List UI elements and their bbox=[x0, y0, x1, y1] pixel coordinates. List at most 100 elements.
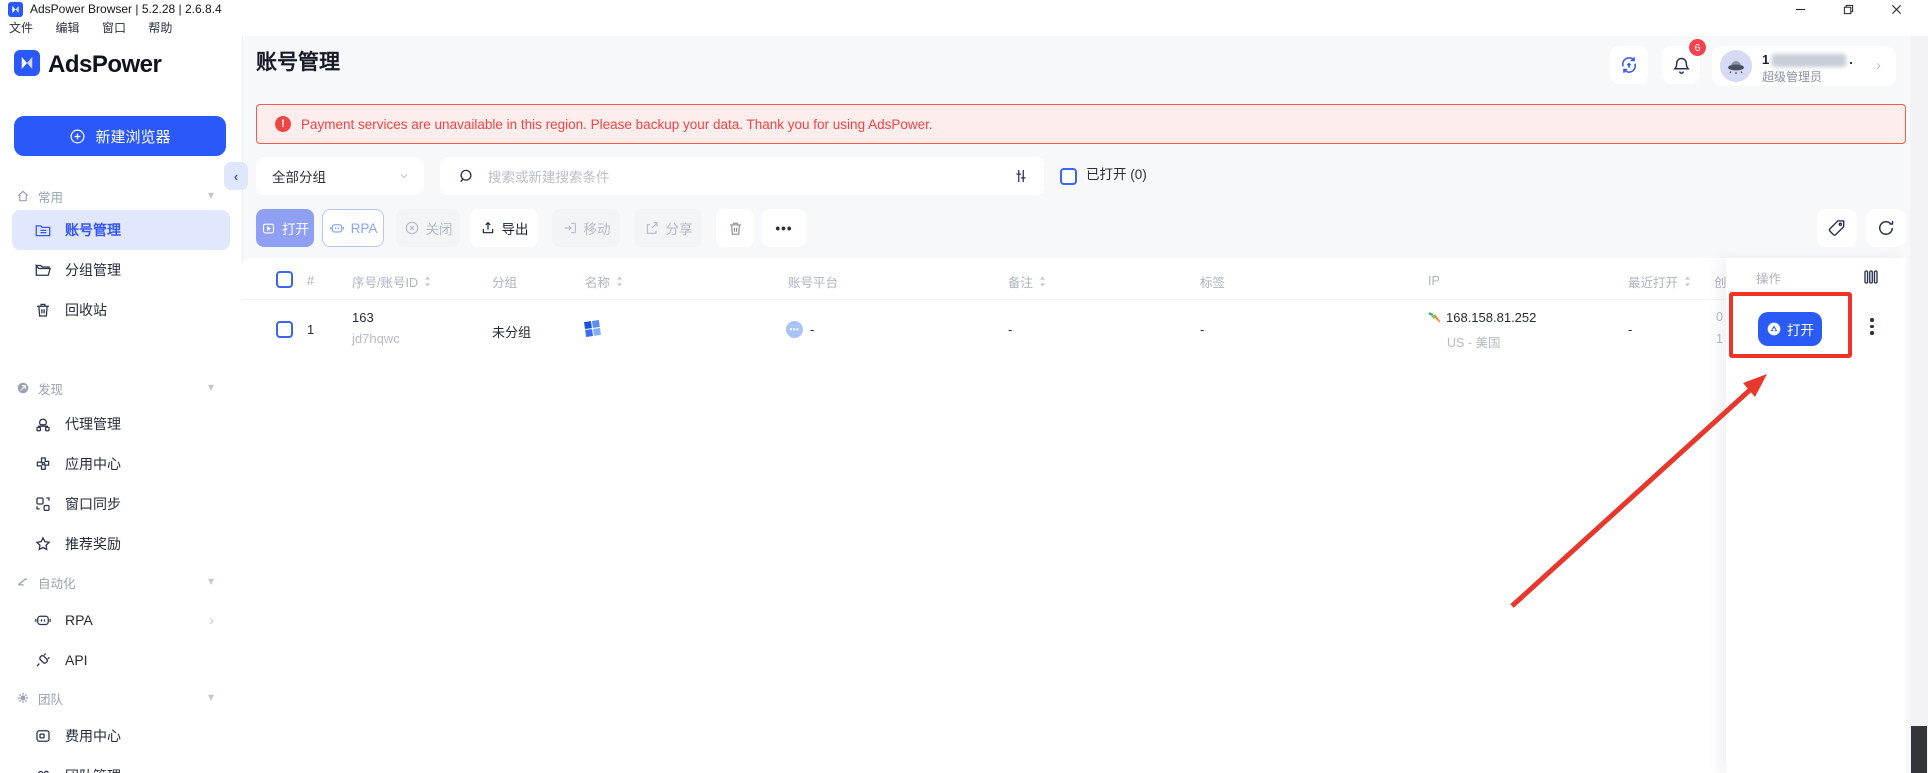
chevron-down-icon bbox=[400, 174, 408, 179]
scrollbar-thumb[interactable] bbox=[1911, 726, 1927, 773]
sidebar-item-rpa[interactable]: RPA › bbox=[12, 600, 230, 640]
move-icon bbox=[564, 222, 576, 234]
chevron-right-icon: › bbox=[209, 768, 214, 773]
window-title: AdsPower Browser | 5.2.28 | 2.6.8.4 bbox=[30, 2, 222, 16]
sidebar-item-account-mgmt[interactable]: 账号管理 bbox=[12, 210, 230, 250]
sidebar-section-team: 团队 bbox=[16, 688, 63, 708]
search-box bbox=[440, 157, 1044, 197]
share-button[interactable]: 分享 bbox=[634, 209, 702, 247]
advanced-filter-icon[interactable] bbox=[1012, 167, 1030, 185]
section-collapse-icon[interactable]: ▾ bbox=[208, 188, 214, 202]
sidebar-item-label: 账号管理 bbox=[65, 222, 121, 238]
star-icon bbox=[35, 536, 51, 551]
tags-button[interactable] bbox=[1817, 209, 1857, 247]
window-sync-icon bbox=[36, 497, 50, 512]
user-name: 1. bbox=[1762, 52, 1853, 68]
sidebar-item-referral-rewards[interactable]: 推荐奖励 bbox=[12, 524, 230, 564]
menu-help[interactable]: 帮助 bbox=[139, 18, 181, 36]
sidebar-item-billing-center[interactable]: 费用中心 bbox=[12, 716, 230, 756]
col-remark[interactable]: 备注 bbox=[1008, 262, 1048, 300]
robot-icon bbox=[329, 224, 344, 233]
sidebar-item-label: 团队管理 bbox=[65, 766, 121, 773]
section-collapse-icon[interactable]: ▾ bbox=[208, 380, 214, 394]
sidebar-collapse-button[interactable]: ‹ bbox=[224, 162, 248, 190]
home-icon bbox=[17, 190, 29, 202]
menu-edit[interactable]: 编辑 bbox=[46, 18, 88, 36]
robot-icon bbox=[35, 615, 51, 626]
more-actions-button[interactable]: ••• bbox=[762, 209, 806, 247]
close-button[interactable] bbox=[1881, 0, 1911, 18]
sidebar-item-team-mgmt[interactable]: 团队管理 › bbox=[12, 756, 230, 773]
col-action: 操作 bbox=[1756, 271, 1782, 286]
tag-icon bbox=[1828, 220, 1845, 236]
col-last-open[interactable]: 最近打开 bbox=[1628, 262, 1693, 300]
share-label: 分享 bbox=[665, 222, 693, 237]
row-platform: - bbox=[810, 322, 815, 337]
row-num: 1 bbox=[307, 322, 315, 337]
team-icon bbox=[37, 770, 49, 773]
new-browser-label: 新建浏览器 bbox=[95, 128, 171, 146]
close-selected-button[interactable]: 关闭 bbox=[396, 209, 460, 247]
platform-placeholder-icon: ••• bbox=[786, 321, 803, 338]
menu-file[interactable]: 文件 bbox=[0, 18, 42, 36]
group-filter-dropdown[interactable]: 全部分组 bbox=[256, 157, 424, 195]
sync-update-button[interactable] bbox=[1610, 46, 1648, 84]
redacted-name bbox=[1772, 54, 1847, 68]
billing-icon bbox=[36, 730, 50, 742]
row-checkbox[interactable] bbox=[276, 321, 293, 338]
app-logo-icon bbox=[8, 1, 23, 17]
sidebar-item-proxy-mgmt[interactable]: 代理管理 bbox=[12, 404, 230, 444]
sidebar-item-app-center[interactable]: 应用中心 bbox=[12, 444, 230, 484]
row-serial: 163 bbox=[352, 310, 374, 325]
rpa-button[interactable]: RPA bbox=[322, 209, 384, 247]
row-group: 未分组 bbox=[492, 325, 532, 340]
column-settings-icon[interactable] bbox=[1862, 268, 1880, 286]
adspower-app-window: AdsPower Browser | 5.2.28 | 2.6.8.4 文件 编… bbox=[0, 0, 1928, 773]
menu-window[interactable]: 窗口 bbox=[93, 18, 135, 36]
opened-only-checkbox[interactable] bbox=[1060, 168, 1077, 185]
user-profile-chip[interactable]: 1. 超级管理员 › bbox=[1712, 46, 1896, 86]
col-num: # bbox=[307, 274, 314, 288]
sidebar-item-label: 分组管理 bbox=[65, 262, 121, 278]
open-selected-button[interactable]: 打开 bbox=[256, 209, 314, 247]
chevron-right-icon: › bbox=[1876, 57, 1881, 74]
account-folder-icon bbox=[35, 225, 51, 237]
restore-button[interactable] bbox=[1833, 0, 1863, 18]
trash-icon bbox=[729, 222, 741, 235]
refresh-button[interactable] bbox=[1866, 209, 1906, 247]
row-more-menu[interactable] bbox=[1870, 318, 1874, 335]
export-button[interactable]: 导出 bbox=[470, 209, 538, 247]
minimize-button[interactable] bbox=[1785, 0, 1815, 18]
sidebar-item-group-mgmt[interactable]: 分组管理 bbox=[12, 250, 230, 290]
menubar: 文件 编辑 窗口 帮助 bbox=[0, 18, 1928, 37]
page-title: 账号管理 bbox=[256, 51, 340, 74]
sidebar-item-label: 回收站 bbox=[65, 302, 107, 318]
sort-icon bbox=[424, 275, 431, 287]
sidebar-item-window-sync[interactable]: 窗口同步 bbox=[12, 484, 230, 524]
col-name[interactable]: 名称 bbox=[585, 262, 625, 300]
delete-button[interactable] bbox=[716, 209, 754, 247]
section-collapse-icon[interactable]: ▾ bbox=[208, 690, 214, 704]
plus-circle-icon bbox=[71, 129, 85, 143]
brand-name: AdsPower bbox=[48, 51, 162, 78]
sidebar-item-label: 推荐奖励 bbox=[65, 536, 121, 552]
chevron-left-icon: ‹ bbox=[233, 168, 239, 184]
notification-badge: 6 bbox=[1689, 39, 1706, 56]
sidebar-section-automation: 自动化 bbox=[16, 572, 76, 592]
select-all-checkbox[interactable] bbox=[276, 271, 293, 288]
section-collapse-icon[interactable]: ▾ bbox=[208, 574, 214, 588]
folder-open-icon bbox=[35, 263, 51, 276]
discover-icon bbox=[17, 382, 29, 394]
col-serial-id[interactable]: 序号/账号ID bbox=[352, 262, 433, 300]
opened-only-label: 已打开 (0) bbox=[1086, 167, 1147, 182]
user-role: 超级管理员 bbox=[1762, 70, 1823, 84]
sidebar-item-label: 费用中心 bbox=[65, 728, 121, 744]
export-label: 导出 bbox=[501, 222, 529, 237]
sidebar-item-recycle-bin[interactable]: 回收站 bbox=[12, 290, 230, 330]
new-browser-button[interactable]: 新建浏览器 bbox=[14, 116, 226, 156]
search-input[interactable] bbox=[486, 157, 970, 197]
row-ip-location: US - 美国 bbox=[1447, 336, 1501, 350]
move-button[interactable]: 移动 bbox=[552, 209, 620, 247]
sidebar-item-api[interactable]: API bbox=[12, 640, 230, 680]
row-tag: - bbox=[1200, 322, 1205, 337]
